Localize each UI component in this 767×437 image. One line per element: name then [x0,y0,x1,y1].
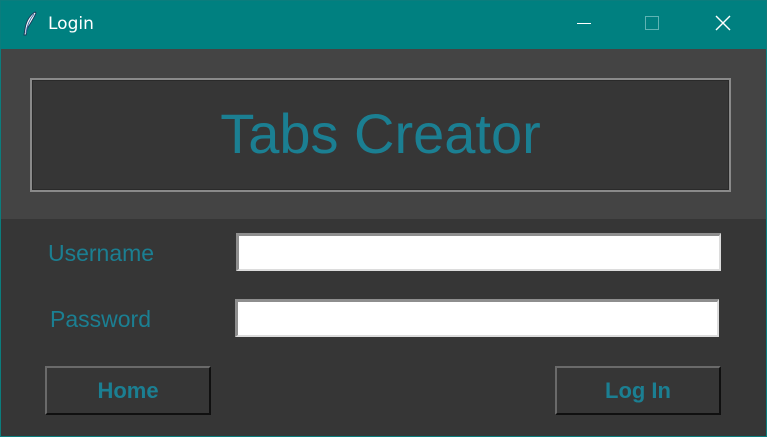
minimize-icon [576,15,592,36]
username-label: Username [48,240,155,266]
header-frame: Tabs Creator [1,49,766,219]
window-title: Login [48,14,94,34]
home-button[interactable]: Home [45,366,211,415]
login-window: Login Tabs Creator Username Password Hom… [0,0,767,437]
username-input[interactable] [236,233,721,271]
app-title-box: Tabs Creator [30,78,731,192]
login-button[interactable]: Log In [555,366,721,415]
password-input[interactable] [235,299,719,337]
close-icon [714,14,732,37]
close-button[interactable] [693,1,753,49]
maximize-icon [644,15,660,36]
minimize-button[interactable] [554,1,614,49]
feather-icon [20,11,40,37]
maximize-button[interactable] [622,1,682,49]
app-heading: Tabs Creator [220,102,541,165]
title-bar[interactable]: Login [1,1,766,49]
password-label: Password [50,306,151,332]
